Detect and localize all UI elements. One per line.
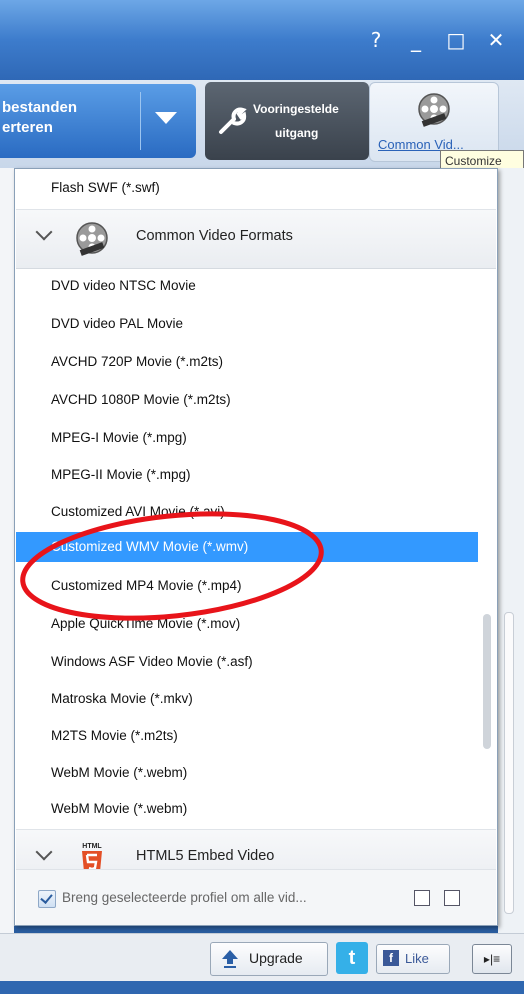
chevron-down-icon[interactable] (35, 843, 53, 861)
dropdown-footer: Breng geselecteerde profiel om alle vid.… (16, 869, 496, 925)
list-item[interactable]: MPEG-I Movie (*.mpg) (51, 424, 187, 452)
list-item[interactable]: Windows ASF Video Movie (*.asf) (51, 648, 253, 676)
like-label: Like (405, 951, 429, 966)
apply-all-label: Breng geselecteerde profiel om alle vid.… (62, 890, 307, 905)
divider (140, 92, 141, 150)
film-reel-icon (76, 222, 108, 256)
list-item[interactable]: WebM Movie (*.webm) (51, 795, 187, 823)
panel-toggle-button[interactable]: ▸|≡ (472, 944, 512, 974)
list-item-selected[interactable]: Customized WMV Movie (*.wmv) (51, 533, 248, 561)
left-panel-edge (0, 168, 14, 933)
convert-files-button[interactable]: bestanden erteren (0, 84, 196, 158)
upgrade-label: Upgrade (249, 950, 303, 966)
list-item[interactable]: Customized AVI Movie (*.avi) (51, 498, 225, 526)
apply-all-checkbox[interactable] (38, 890, 56, 908)
group-title: HTML5 Embed Video (136, 848, 275, 864)
group-header-common-video[interactable]: Common Video Formats (16, 209, 496, 269)
close-button[interactable]: ✕ (486, 30, 506, 50)
convert-label-line2: erteren (2, 119, 53, 136)
list-item[interactable]: WebM Movie (*.webm) (51, 759, 187, 787)
scrollbar-thumb[interactable] (483, 614, 491, 749)
chevron-down-icon[interactable] (35, 223, 53, 241)
list-item[interactable]: M2TS Movie (*.m2ts) (51, 722, 178, 750)
facebook-like-button[interactable]: f Like (376, 944, 450, 974)
window-bottom-edge (0, 981, 524, 994)
tooltip: Customize (440, 150, 524, 170)
background-scrollbar[interactable] (504, 612, 514, 914)
html5-icon-text: HTML (82, 843, 102, 850)
status-bar: Upgrade t f Like ▸|≡ (0, 933, 524, 982)
facebook-icon: f (383, 950, 399, 966)
group-title: Common Video Formats (136, 228, 293, 244)
list-item[interactable]: Apple QuickTime Movie (*.mov) (51, 610, 240, 638)
maximize-button[interactable]: □ (446, 30, 466, 50)
list-item[interactable]: DVD video NTSC Movie (51, 272, 196, 300)
preset-output-button[interactable]: Vooringestelde uitgang (205, 82, 369, 160)
minimize-button[interactable]: _ (406, 30, 426, 50)
format-dropdown-panel: Flash SWF (*.swf) Common Video Formats D… (14, 168, 498, 926)
title-bar: ? _ □ ✕ (0, 0, 524, 80)
collapse-all-icon[interactable] (414, 890, 430, 906)
expand-all-icon[interactable] (444, 890, 460, 906)
list-item[interactable]: Matroska Movie (*.mkv) (51, 685, 193, 713)
list-item[interactable]: AVCHD 1080P Movie (*.m2ts) (51, 386, 231, 414)
film-reel-icon (418, 93, 450, 127)
preset-label-line2: uitgang (275, 126, 319, 140)
list-item[interactable]: Flash SWF (*.swf) (51, 174, 160, 202)
list-item[interactable]: DVD video PAL Movie (51, 310, 183, 338)
upload-arrow-icon (222, 950, 238, 968)
help-button[interactable]: ? (366, 30, 386, 50)
dropdown-arrow-icon[interactable] (155, 112, 177, 124)
list-item[interactable]: AVCHD 720P Movie (*.m2ts) (51, 348, 223, 376)
wrench-icon (219, 107, 247, 134)
convert-label-line1: bestanden (2, 99, 78, 116)
list-item[interactable]: MPEG-II Movie (*.mpg) (51, 461, 191, 489)
twitter-button[interactable]: t (336, 942, 368, 974)
preset-label-line1: Vooringestelde (253, 102, 339, 116)
list-item[interactable]: Customized MP4 Movie (*.mp4) (51, 572, 242, 600)
upgrade-button[interactable]: Upgrade (210, 942, 328, 976)
